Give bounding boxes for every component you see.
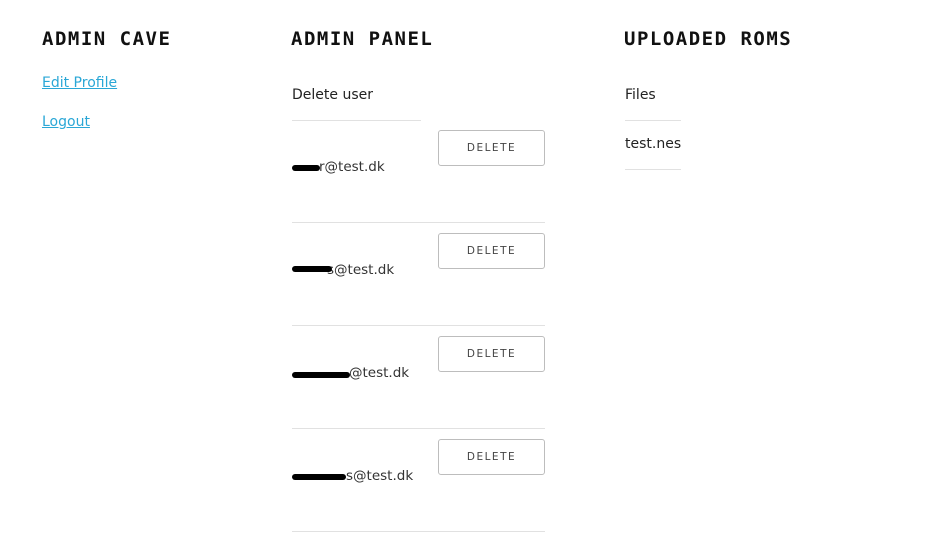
delete-user-button[interactable]: DELETE xyxy=(438,233,545,269)
user-row: s@test.dk DELETE xyxy=(292,223,545,326)
delete-user-button[interactable]: DELETE xyxy=(438,336,545,372)
redaction-mark xyxy=(292,165,320,171)
user-email: s@test.dk xyxy=(327,262,395,278)
admin-panel-heading: ADMIN PANEL xyxy=(291,28,434,50)
divider xyxy=(625,169,681,170)
delete-user-button[interactable]: DELETE xyxy=(438,439,545,475)
file-item[interactable]: test.nes xyxy=(625,136,681,152)
user-email: @test.dk xyxy=(349,365,410,381)
divider xyxy=(625,120,681,121)
user-email: s@test.dk xyxy=(346,468,414,484)
logout-link[interactable]: Logout xyxy=(42,114,90,130)
files-label: Files xyxy=(625,87,656,103)
redaction-mark xyxy=(292,474,346,480)
edit-profile-link[interactable]: Edit Profile xyxy=(42,75,117,91)
user-email: r@test.dk xyxy=(319,159,385,175)
redaction-mark xyxy=(292,266,332,272)
redaction-mark xyxy=(292,372,350,378)
user-row: s@test.dk DELETE xyxy=(292,429,545,532)
delete-user-label: Delete user xyxy=(292,87,373,103)
user-row: @test.dk DELETE xyxy=(292,326,545,429)
delete-user-button[interactable]: DELETE xyxy=(438,130,545,166)
admin-cave-heading: ADMIN CAVE xyxy=(42,28,172,50)
uploaded-roms-heading: UPLOADED ROMS xyxy=(624,28,793,50)
user-row: r@test.dk DELETE xyxy=(292,120,545,223)
